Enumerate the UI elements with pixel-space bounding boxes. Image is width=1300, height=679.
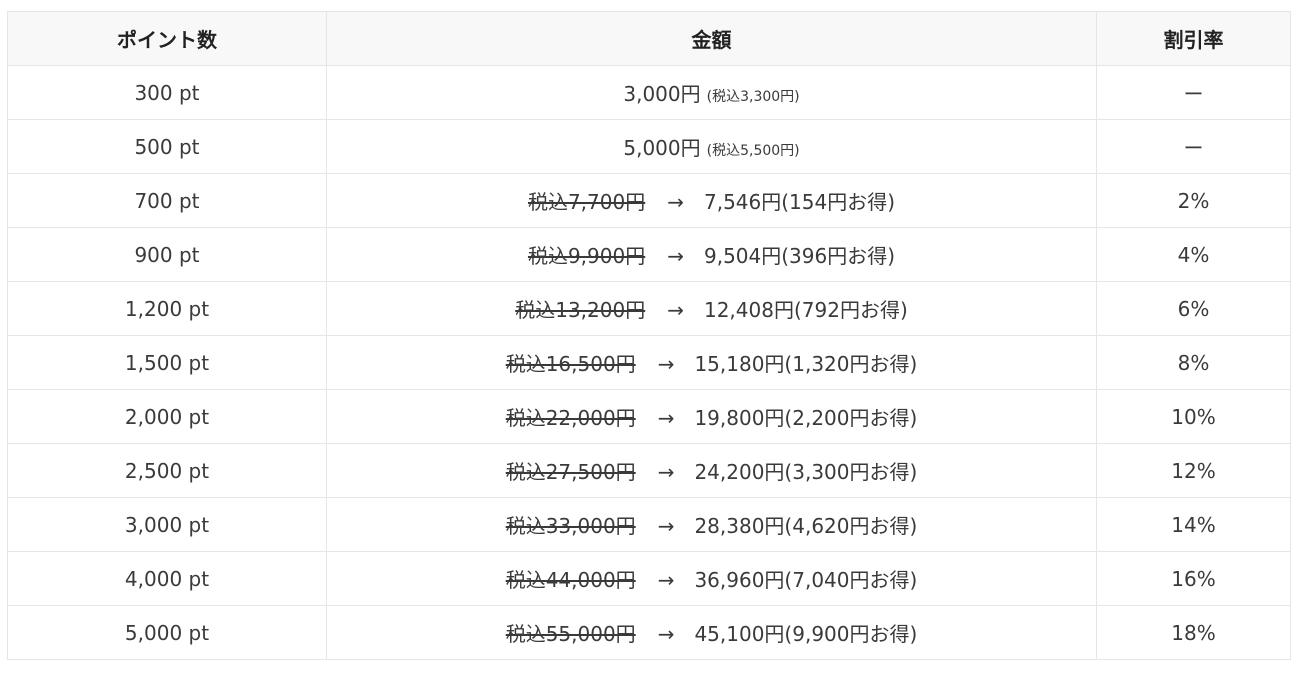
discounted-price: 36,960円(7,040円お得): [694, 568, 918, 592]
points-cell: 4,000 pt: [7, 551, 327, 606]
points-cell: 700 pt: [7, 173, 327, 228]
points-price-table: ポイント数 金額 割引率 300 pt 3,000円 (税込3,300円) ー 5…: [7, 11, 1291, 660]
price-cell: 税込27,500円 → 24,200円(3,300円お得): [326, 443, 1097, 498]
base-price: 3,000円: [623, 82, 701, 106]
table-row: 4,000 pt 税込44,000円 → 36,960円(7,040円お得) 16%: [7, 551, 1291, 606]
header-rate: 割引率: [1096, 11, 1291, 66]
rate-cell: 8%: [1096, 335, 1291, 390]
base-price: 5,000円: [623, 136, 701, 160]
rate-cell: 10%: [1096, 389, 1291, 444]
price-cell: 税込22,000円 → 19,800円(2,200円お得): [326, 389, 1097, 444]
points-cell: 3,000 pt: [7, 497, 327, 552]
arrow-icon: →: [657, 514, 675, 538]
rate-cell: ー: [1096, 119, 1291, 174]
arrow-icon: →: [657, 460, 675, 484]
table-row: 2,000 pt 税込22,000円 → 19,800円(2,200円お得) 10%: [7, 389, 1291, 444]
original-price: 税込44,000円: [505, 568, 636, 592]
rate-cell: 16%: [1096, 551, 1291, 606]
discounted-price: 45,100円(9,900円お得): [694, 622, 918, 646]
table-row: 1,200 pt 税込13,200円 → 12,408円(792円お得) 6%: [7, 281, 1291, 336]
arrow-icon: →: [667, 244, 684, 268]
header-points: ポイント数: [7, 11, 327, 66]
arrow-icon: →: [657, 406, 675, 430]
price-cell: 税込7,700円 → 7,546円(154円お得): [326, 173, 1097, 228]
price-cell: 3,000円 (税込3,300円): [326, 65, 1097, 120]
price-cell: 税込33,000円 → 28,380円(4,620円お得): [326, 497, 1097, 552]
points-cell: 2,000 pt: [7, 389, 327, 444]
discounted-price: 28,380円(4,620円お得): [694, 514, 918, 538]
points-cell: 1,500 pt: [7, 335, 327, 390]
original-price: 税込7,700円: [527, 190, 646, 214]
arrow-icon: →: [667, 298, 684, 322]
price-cell: 5,000円 (税込5,500円): [326, 119, 1097, 174]
discounted-price: 7,546円(154円お得): [703, 190, 896, 214]
original-price: 税込33,000円: [505, 514, 636, 538]
discounted-price: 19,800円(2,200円お得): [694, 406, 918, 430]
discounted-price: 24,200円(3,300円お得): [694, 460, 918, 484]
table-row: 3,000 pt 税込33,000円 → 28,380円(4,620円お得) 14%: [7, 497, 1291, 552]
points-cell: 1,200 pt: [7, 281, 327, 336]
arrow-icon: →: [657, 568, 675, 592]
discounted-price: 12,408円(792円お得): [703, 298, 908, 322]
rate-cell: 14%: [1096, 497, 1291, 552]
discounted-price: 9,504円(396円お得): [703, 244, 896, 268]
header-price: 金額: [326, 11, 1097, 66]
points-cell: 5,000 pt: [7, 605, 327, 660]
arrow-icon: →: [667, 190, 684, 214]
points-cell: 2,500 pt: [7, 443, 327, 498]
price-cell: 税込16,500円 → 15,180円(1,320円お得): [326, 335, 1097, 390]
original-price: 税込55,000円: [505, 622, 636, 646]
rate-cell: 2%: [1096, 173, 1291, 228]
tax-note: (税込5,500円): [706, 143, 800, 159]
table-row: 5,000 pt 税込55,000円 → 45,100円(9,900円お得) 18%: [7, 605, 1291, 660]
rate-cell: 12%: [1096, 443, 1291, 498]
table-row: 500 pt 5,000円 (税込5,500円) ー: [7, 119, 1291, 174]
price-cell: 税込44,000円 → 36,960円(7,040円お得): [326, 551, 1097, 606]
rate-cell: 4%: [1096, 227, 1291, 282]
points-cell: 900 pt: [7, 227, 327, 282]
original-price: 税込16,500円: [505, 352, 636, 376]
rate-cell: 18%: [1096, 605, 1291, 660]
table-row: 900 pt 税込9,900円 → 9,504円(396円お得) 4%: [7, 227, 1291, 282]
tax-note: (税込3,300円): [706, 89, 800, 105]
price-cell: 税込13,200円 → 12,408円(792円お得): [326, 281, 1097, 336]
price-cell: 税込55,000円 → 45,100円(9,900円お得): [326, 605, 1097, 660]
arrow-icon: →: [657, 352, 675, 376]
original-price: 税込27,500円: [505, 460, 636, 484]
price-cell: 税込9,900円 → 9,504円(396円お得): [326, 227, 1097, 282]
table-row: 300 pt 3,000円 (税込3,300円) ー: [7, 65, 1291, 120]
arrow-icon: →: [657, 622, 675, 646]
original-price: 税込13,200円: [515, 298, 646, 322]
rate-cell: ー: [1096, 65, 1291, 120]
table-row: 2,500 pt 税込27,500円 → 24,200円(3,300円お得) 12%: [7, 443, 1291, 498]
rate-cell: 6%: [1096, 281, 1291, 336]
points-cell: 300 pt: [7, 65, 327, 120]
discounted-price: 15,180円(1,320円お得): [694, 352, 918, 376]
original-price: 税込22,000円: [505, 406, 636, 430]
table-header-row: ポイント数 金額 割引率: [7, 11, 1291, 66]
table-row: 1,500 pt 税込16,500円 → 15,180円(1,320円お得) 8%: [7, 335, 1291, 390]
original-price: 税込9,900円: [527, 244, 646, 268]
points-cell: 500 pt: [7, 119, 327, 174]
table-row: 700 pt 税込7,700円 → 7,546円(154円お得) 2%: [7, 173, 1291, 228]
